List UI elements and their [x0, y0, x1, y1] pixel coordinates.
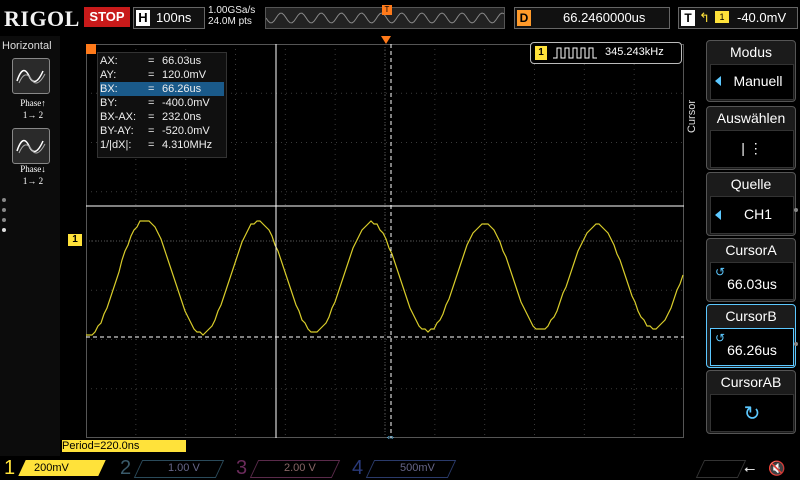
cursor-row-by-ay: BY-AY: = -520.0mV — [100, 125, 210, 137]
menu-auswaehlen-header: Auswählen — [716, 110, 786, 126]
menu-auswaehlen-value: | ⋮ — [741, 140, 763, 156]
delay-value: 66.2460000us — [563, 10, 646, 25]
cursor-b-handle-icon[interactable]: ⇔ — [385, 431, 396, 443]
trigger-level-value: -40.0mV — [737, 10, 787, 25]
timebase-value: 100ns — [156, 10, 192, 25]
frequency-channel-badge: 1 — [535, 46, 547, 60]
phase-falling-button[interactable] — [12, 128, 50, 164]
menu-modus[interactable]: Modus Manuell — [706, 40, 796, 102]
horizontal-label: H — [136, 10, 150, 26]
menu-modus-value: Manuell — [733, 73, 783, 89]
top-bar: RIGOL STOP H 100ns 1.00GSa/s 24.0M pts T… — [0, 0, 800, 36]
menu-quelle-value: CH1 — [743, 206, 772, 222]
menu-cursor-ab-header: CursorAB — [720, 374, 782, 390]
menu-quelle-header: Quelle — [730, 176, 772, 192]
trigger-source-badge: 1 — [715, 11, 729, 23]
menu-quelle-value-box[interactable]: CH1 — [710, 196, 794, 234]
sample-rate: 1.00GSa/s 24.0M pts — [208, 5, 255, 27]
left-panel: Horizontal Phase↑ 1→ 2 Phase↓ 1→ 2 — [0, 36, 60, 456]
sample-rate-value: 1.00GSa/s — [208, 5, 256, 16]
trigger-label: T — [681, 10, 695, 26]
menu-cursor-a[interactable]: CursorA ↺ 66.03us — [706, 238, 796, 302]
menu-auswaehlen[interactable]: Auswählen | ⋮ — [706, 106, 796, 170]
channel-2-number: 2 — [120, 457, 132, 479]
channel-1-scale: 200mV — [34, 462, 69, 474]
menu-modus-value-box[interactable]: Manuell — [710, 64, 794, 100]
phase-falling-sub: 1→ 2 — [22, 176, 44, 186]
phase-rising-icon — [16, 69, 46, 84]
menu-tab-cursor: Cursor — [686, 100, 698, 134]
channel-3-tab[interactable]: 3 2.00 V — [232, 456, 344, 480]
trigger-position-marker: T — [382, 5, 392, 15]
cursor-row-by: BY: = -400.0mV — [100, 97, 210, 109]
phase-rising-button[interactable] — [12, 58, 50, 94]
square-wave-icon — [553, 47, 597, 59]
usb-icon: ⭠ — [744, 460, 756, 476]
run-stop-button[interactable]: STOP — [84, 7, 130, 27]
menu-modus-header: Modus — [729, 44, 773, 60]
phase-rising-sub: 1→ 2 — [22, 110, 44, 120]
menu-cursor-a-value: 66.03us — [727, 276, 777, 292]
channel-2-tab[interactable]: 2 1.00 V — [116, 456, 228, 480]
frequency-value: 345.243kHz — [605, 46, 664, 58]
menu-cursor-b[interactable]: CursorB ↺ 66.26us — [706, 304, 796, 368]
cursor-row-bx-ax: BX-AX: = 232.0ns — [100, 111, 202, 123]
channel-4-tab[interactable]: 4 500mV — [348, 456, 460, 480]
cursor-row-inv-dx: 1/|dX|: = 4.310MHz — [100, 139, 213, 151]
delay-box[interactable]: D 66.2460000us — [514, 7, 670, 29]
delay-label: D — [517, 10, 531, 26]
channel-3-scale: 2.00 V — [284, 462, 316, 474]
menu-cursor-b-header: CursorB — [725, 308, 777, 324]
trigger-time-marker[interactable] — [381, 36, 391, 44]
ch1-offset-marker[interactable]: 1 — [68, 234, 82, 246]
cursor-row-ay: AY: = 120.0mV — [100, 69, 207, 81]
channel-1-tab[interactable]: 1 200mV — [0, 456, 112, 480]
channel-4-number: 4 — [352, 457, 364, 479]
right-menu-panel: Cursor Modus Manuell Auswählen | ⋮ Quell… — [684, 36, 800, 456]
trigger-edge-icon: ↰ — [699, 10, 710, 25]
rigol-logo: RIGOL — [4, 6, 80, 31]
frequency-counter[interactable]: 1 345.243kHz — [530, 42, 682, 64]
speaker-mute-icon[interactable]: 🔇 — [768, 460, 785, 477]
menu-auswaehlen-value-box[interactable]: | ⋮ — [710, 130, 794, 168]
channel-bar: 1 200mV 2 1.00 V 3 2.00 V 4 500mV ⭠ 🔇 — [0, 456, 800, 480]
left-panel-title: Horizontal — [2, 40, 52, 52]
cursor-row-bx: BX: = 66.26us — [100, 82, 224, 96]
trigger-box[interactable]: T ↰ 1 -40.0mV — [678, 7, 798, 29]
channel-3-number: 3 — [236, 457, 248, 479]
menu-page-dot — [794, 342, 798, 346]
menu-cursor-b-value: 66.26us — [727, 342, 777, 358]
menu-quelle[interactable]: Quelle CH1 — [706, 172, 796, 236]
phase-falling-icon — [16, 139, 46, 154]
menu-cursor-a-header: CursorA — [725, 242, 777, 258]
channel-2-scale: 1.00 V — [168, 462, 200, 474]
channel-4-scale: 500mV — [400, 462, 435, 474]
trigger-time-corner-marker — [86, 44, 96, 54]
channel-1-number: 1 — [4, 457, 16, 479]
horizontal-timebase[interactable]: H 100ns — [133, 7, 205, 29]
cursor-readout-panel: AX: = 66.03us AY: = 120.0mV BX: = 66.26us BY: =… — [97, 52, 227, 158]
menu-cursor-a-value-box[interactable]: ↺ 66.03us — [710, 262, 794, 300]
status-box — [695, 460, 747, 478]
memory-depth-value: 24.0M pts — [208, 16, 252, 27]
menu-page-dot — [794, 208, 798, 212]
multifunction-knob-icon: ↻ — [743, 403, 761, 425]
menu-cursor-ab[interactable]: CursorAB ↻ — [706, 370, 796, 434]
phase-rising-label: Phase↑ — [20, 98, 46, 108]
cursor-row-ax: AX: = 66.03us — [100, 55, 202, 67]
menu-cursor-ab-value-box[interactable]: ↻ — [710, 394, 794, 432]
page-indicator — [2, 198, 6, 238]
period-measurement[interactable]: Period=220.0ns — [62, 440, 186, 452]
menu-cursor-b-value-box[interactable]: ↺ 66.26us — [710, 328, 794, 366]
phase-falling-label: Phase↓ — [20, 164, 46, 174]
